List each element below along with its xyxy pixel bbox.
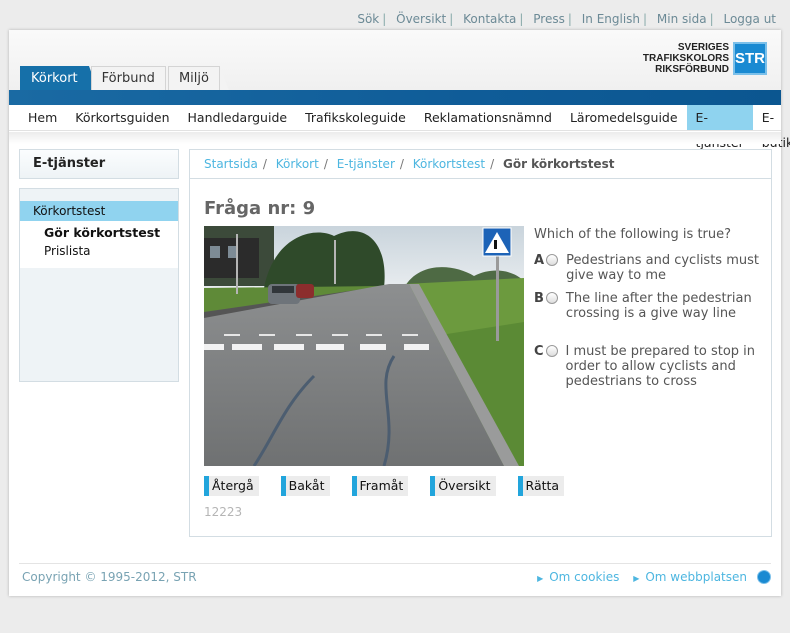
arrow-right-icon: ▶ xyxy=(633,574,640,583)
sidebar-item-korkortstest[interactable]: Körkortstest xyxy=(20,201,178,221)
answer-a-text: Pedestrians and cyclists must give way t… xyxy=(566,253,759,283)
page: Körkort Förbund Miljö SVERIGES TRAFIKSKO… xyxy=(9,30,790,596)
footer-links: ▶ Om cookies ▶ Om webbplatsen xyxy=(527,570,747,584)
sidebar-title: E-tjänster xyxy=(19,149,179,179)
nav-hem[interactable]: Hem xyxy=(19,105,66,130)
content-panel: Startsida / Körkort / E-tjänster / Körkorts… xyxy=(189,149,772,537)
nav-handledarguide[interactable]: Handledarguide xyxy=(179,105,297,130)
answer-c-text: I must be prepared to stop in order to a… xyxy=(565,344,756,389)
road-scene-image xyxy=(204,226,524,466)
press-link[interactable]: Press xyxy=(533,12,565,26)
str-logo[interactable]: SVERIGES TRAFIKSKOLORS RIKSFÖRBUND STR xyxy=(643,42,767,75)
logout-link[interactable]: Logga ut xyxy=(723,12,776,26)
english-link[interactable]: In English xyxy=(582,12,640,26)
overview-button[interactable]: Översikt xyxy=(430,476,496,496)
str-mini-icon[interactable] xyxy=(757,570,771,584)
section-tabs: Körkort Förbund Miljö xyxy=(20,66,229,91)
contact-link[interactable]: Kontakta xyxy=(463,12,516,26)
nav-e-tjanster[interactable]: E-tjänster xyxy=(686,105,753,150)
nav-reklamationsnamnd[interactable]: Reklamationsnämnd xyxy=(415,105,561,130)
answer-b: B The line after the pedestrian crossing… xyxy=(534,291,764,321)
answer-b-text: The line after the pedestrian crossing i… xyxy=(565,291,752,321)
sidebar-list: Körkortstest Gör körkortstest Prislista xyxy=(20,189,178,268)
sidebar-item-prislista[interactable]: Prislista xyxy=(20,242,178,260)
answer-c-letter: C xyxy=(534,344,544,359)
my-page-link[interactable]: Min sida xyxy=(657,12,707,26)
question-image xyxy=(204,226,524,466)
tab-forbund[interactable]: Förbund xyxy=(90,66,176,91)
tab-korkort[interactable]: Körkort xyxy=(20,66,98,91)
brand-band xyxy=(9,90,781,105)
logo-text: SVERIGES TRAFIKSKOLORS RIKSFÖRBUND xyxy=(642,42,729,75)
question-id: 12223 xyxy=(204,505,243,519)
cookies-link[interactable]: Om cookies xyxy=(549,570,619,584)
answer-b-letter: B xyxy=(534,291,544,306)
question-controls: Återgå Bakåt Framåt Översikt Rätta xyxy=(204,476,586,496)
arrow-right-icon: ▶ xyxy=(537,574,544,583)
breadcrumb: Startsida / Körkort / E-tjänster / Körkorts… xyxy=(190,150,771,179)
overview-link[interactable]: Översikt xyxy=(396,12,446,26)
nav-trafikskoleguide[interactable]: Trafikskoleguide xyxy=(296,105,415,130)
question-title: Fråga nr: 9 xyxy=(204,198,316,219)
breadcrumb-e-tjanster[interactable]: E-tjänster xyxy=(337,157,395,171)
sidebar: Körkortstest Gör körkortstest Prislista xyxy=(19,188,179,382)
next-button[interactable]: Framåt xyxy=(351,476,409,496)
back-to-start-button[interactable]: Återgå xyxy=(204,476,259,496)
answer-a-radio[interactable] xyxy=(546,254,559,266)
nav-shadow xyxy=(9,132,781,144)
search-link[interactable]: Sök xyxy=(357,12,379,26)
breadcrumb-korkort[interactable]: Körkort xyxy=(276,157,319,171)
header: Körkort Förbund Miljö SVERIGES TRAFIKSKO… xyxy=(9,30,781,91)
tab-miljo[interactable]: Miljö xyxy=(167,66,229,91)
answer-c-radio[interactable] xyxy=(545,345,558,357)
answer-a: A Pedestrians and cyclists must give way… xyxy=(534,253,764,283)
nav-korkortsguiden[interactable]: Körkortsguiden xyxy=(66,105,178,130)
nav-e-butik[interactable]: E-butik xyxy=(753,105,790,150)
breadcrumb-current: Gör körkortstest xyxy=(502,157,615,171)
grade-button[interactable]: Rätta xyxy=(517,476,565,496)
answer-b-radio[interactable] xyxy=(545,292,558,304)
question-text: Which of the following is true? xyxy=(534,227,732,242)
sidebar-item-gor-korkortstest[interactable]: Gör körkortstest xyxy=(20,224,178,242)
answer-c: C I must be prepared to stop in order to… xyxy=(534,344,764,389)
utility-links: Sök | Översikt | Kontakta | Press | In Engli… xyxy=(357,12,776,26)
breadcrumb-korkortstest[interactable]: Körkortstest xyxy=(413,157,485,171)
logo-mark: STR xyxy=(733,42,767,75)
nav-laromedelsguide[interactable]: Läromedelsguide xyxy=(561,105,687,130)
main-nav: Hem Körkortsguiden Handledarguide Trafik… xyxy=(9,105,790,150)
previous-button[interactable]: Bakåt xyxy=(280,476,330,496)
footer: Copyright © 1995-2012, STR ▶ Om cookies ▶… xyxy=(19,563,771,588)
answer-a-letter: A xyxy=(534,253,545,268)
copyright: Copyright © 1995-2012, STR xyxy=(22,570,197,584)
breadcrumb-startsida[interactable]: Startsida xyxy=(204,157,258,171)
about-site-link[interactable]: Om webbplatsen xyxy=(645,570,747,584)
